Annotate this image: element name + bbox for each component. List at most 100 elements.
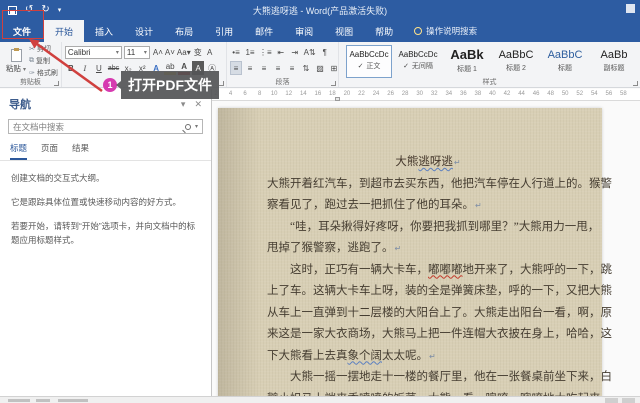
paste-button[interactable]: 粘贴 ▾ <box>3 44 29 78</box>
font-dialog-launcher[interactable] <box>219 81 224 86</box>
document-area: 2468101214161820222426283032343638404244… <box>212 89 640 396</box>
document-line: 上了车。这辆大卡车上呀，装的全是弹簧床垫，呼的一下，又把大熊 <box>267 281 589 303</box>
nav-tab-标题[interactable]: 标题 <box>10 142 27 160</box>
paragraph-dialog-launcher[interactable] <box>331 81 336 86</box>
increase-indent-button[interactable]: ⇥ <box>289 45 301 59</box>
text-segment: 这时，正巧有一辆大卡车， <box>267 264 428 276</box>
tab-引用[interactable]: 引用 <box>204 20 244 42</box>
tab-邮件[interactable]: 邮件 <box>244 20 284 42</box>
redo-icon[interactable]: ↻ <box>41 5 49 15</box>
ruler-tick: 44 <box>518 91 525 97</box>
text-segment: 来这是一家大衣商场，大熊马上把一件连帽大衣披在身上，哈哈，这 <box>267 328 612 340</box>
proofing-underline: 嘟嘟嘟 <box>428 264 463 276</box>
check-icon: ✓ <box>403 63 411 70</box>
document-line: 察看见了，跑过去一把抓住了他的耳朵。↵ <box>267 195 589 217</box>
nav-tab-结果[interactable]: 结果 <box>72 142 89 160</box>
nav-tab-页面[interactable]: 页面 <box>41 142 58 160</box>
cut-button-label: 剪切 <box>37 44 51 54</box>
styles-group-label: 样式 <box>339 77 640 87</box>
style-card-副标题[interactable]: AaBb副标题 <box>591 45 637 78</box>
ruler-tick: 50 <box>562 91 569 97</box>
ruler-tick: 56 <box>606 91 613 97</box>
cut-button-icon: ✂ <box>29 45 35 53</box>
style-sample: AaBbC <box>548 49 583 61</box>
document-heading: 大熊逃呀逃↵ <box>267 152 589 174</box>
nav-pane-chevron-icon[interactable]: ▾ <box>181 99 186 110</box>
style-card-标题[interactable]: AaBbC 标题 <box>542 45 588 78</box>
ruler-tick: 38 <box>475 91 482 97</box>
copy-button[interactable]: ⧉复制 <box>29 56 58 66</box>
qat-customize-icon[interactable]: ▾ <box>58 7 62 14</box>
tab-视图[interactable]: 视图 <box>324 20 364 42</box>
grow-font-button[interactable]: A˄ <box>152 45 164 59</box>
ruler-tick: 46 <box>533 91 540 97</box>
indent-marker[interactable] <box>335 97 340 101</box>
phonetic-guide-button[interactable]: 变 <box>192 45 204 59</box>
style-name: ✓ 正文 <box>358 61 381 71</box>
style-card-正文[interactable]: AaBbCcDc✓ 正文 <box>346 45 392 78</box>
change-case-button[interactable]: Aa▾ <box>176 45 192 59</box>
tab-插入[interactable]: 插入 <box>84 20 124 42</box>
horizontal-ruler[interactable]: 2468101214161820222426283032343638404244… <box>212 89 640 101</box>
save-icon[interactable] <box>8 6 17 15</box>
style-card-无间隔[interactable]: AaBbCcDc✓ 无间隔 <box>395 45 441 78</box>
ruler-tick: 20 <box>344 91 351 97</box>
numbered-list-button[interactable]: 1≡ <box>244 45 256 59</box>
tab-file[interactable]: 文件 <box>0 20 44 42</box>
show-marks-button[interactable]: ¶ <box>319 45 331 59</box>
nav-pane-close-icon[interactable]: ✕ <box>194 99 202 110</box>
nav-description-paragraph: 创建文档的交互式大纲。 <box>11 172 200 185</box>
tab-设计[interactable]: 设计 <box>124 20 164 42</box>
search-icon[interactable] <box>185 124 191 130</box>
shrink-font-button[interactable]: A˅ <box>164 45 176 59</box>
distribute-button[interactable]: ≡ <box>286 61 298 75</box>
undo-icon[interactable]: ↺ <box>25 5 33 15</box>
style-name: 标题 2 <box>506 63 526 73</box>
bullet-list-button[interactable]: •≡ <box>230 45 242 59</box>
ruler-tick: 24 <box>373 91 380 97</box>
style-name: 标题 <box>558 63 572 73</box>
cut-button[interactable]: ✂剪切 <box>29 44 58 54</box>
document-line: 甩掉了猴警察，逃跑了。↵ <box>267 238 589 260</box>
paragraph-return-mark: ↵ <box>454 158 461 167</box>
ribbon-options-icon[interactable] <box>626 4 635 13</box>
font-size-combo[interactable]: 11▾ <box>124 46 150 59</box>
text-segment: 上了车。这辆大卡车上呀，装的全是弹簧床垫，呼的一下，又把大熊 <box>267 285 612 297</box>
tab-布局[interactable]: 布局 <box>164 20 204 42</box>
ruler-tick: 42 <box>504 91 511 97</box>
text-segment: 甩掉了猴警察，逃跑了。 <box>267 242 394 254</box>
align-right-button[interactable]: ≡ <box>258 61 270 75</box>
document-line: 下大熊看上去真象个阔太太呢。↵ <box>267 346 589 368</box>
character-border-button[interactable]: A <box>204 45 216 59</box>
line-spacing-button[interactable]: ⇅ <box>300 61 312 75</box>
style-card-标题 2[interactable]: AaBbC标题 2 <box>493 45 539 78</box>
align-left-button[interactable]: ≡ <box>230 61 242 75</box>
tab-开始[interactable]: 开始 <box>44 20 84 42</box>
tell-me-search[interactable]: 操作说明搜索 <box>414 20 477 42</box>
tab-帮助[interactable]: 帮助 <box>364 20 404 42</box>
quick-access-toolbar: ↺ ↻ ▾ <box>0 5 61 15</box>
view-button[interactable] <box>622 398 635 403</box>
font-name-combo[interactable]: Calibri▾ <box>65 46 122 59</box>
search-options-chevron-icon[interactable]: ▾ <box>195 123 198 130</box>
multilevel-list-button[interactable]: ⋮≡ <box>258 45 273 59</box>
document-search-input[interactable]: 在文档中搜索 ▾ <box>8 119 203 134</box>
view-button[interactable] <box>605 398 618 403</box>
ruler-tick: 36 <box>460 91 467 97</box>
tab-审阅[interactable]: 审阅 <box>284 20 324 42</box>
bold-button[interactable]: B <box>65 61 77 75</box>
sort-button[interactable]: A⇅ <box>303 45 317 59</box>
clipboard-dialog-launcher[interactable] <box>54 81 59 86</box>
text-segment: 大熊开着红汽车，到超市去买东西，他把汽车停在人行道上的。猴警 <box>267 178 612 190</box>
align-center-button[interactable]: ≡ <box>244 61 256 75</box>
document-page[interactable]: 大熊逃呀逃↵大熊开着红汽车，到超市去买东西，他把汽车停在人行道上的。猴警察看见了… <box>218 108 602 396</box>
justify-button[interactable]: ≡ <box>272 61 284 75</box>
styles-dialog-launcher[interactable] <box>633 81 638 86</box>
search-placeholder: 在文档中搜索 <box>13 121 185 133</box>
decrease-indent-button[interactable]: ⇤ <box>275 45 287 59</box>
style-card-标题 1[interactable]: AaBk标题 1 <box>444 45 490 78</box>
shading-button[interactable]: ▨ <box>314 61 326 75</box>
italic-button[interactable]: I <box>79 61 91 75</box>
status-bar[interactable] <box>0 396 640 403</box>
style-name: 标题 1 <box>457 64 477 74</box>
